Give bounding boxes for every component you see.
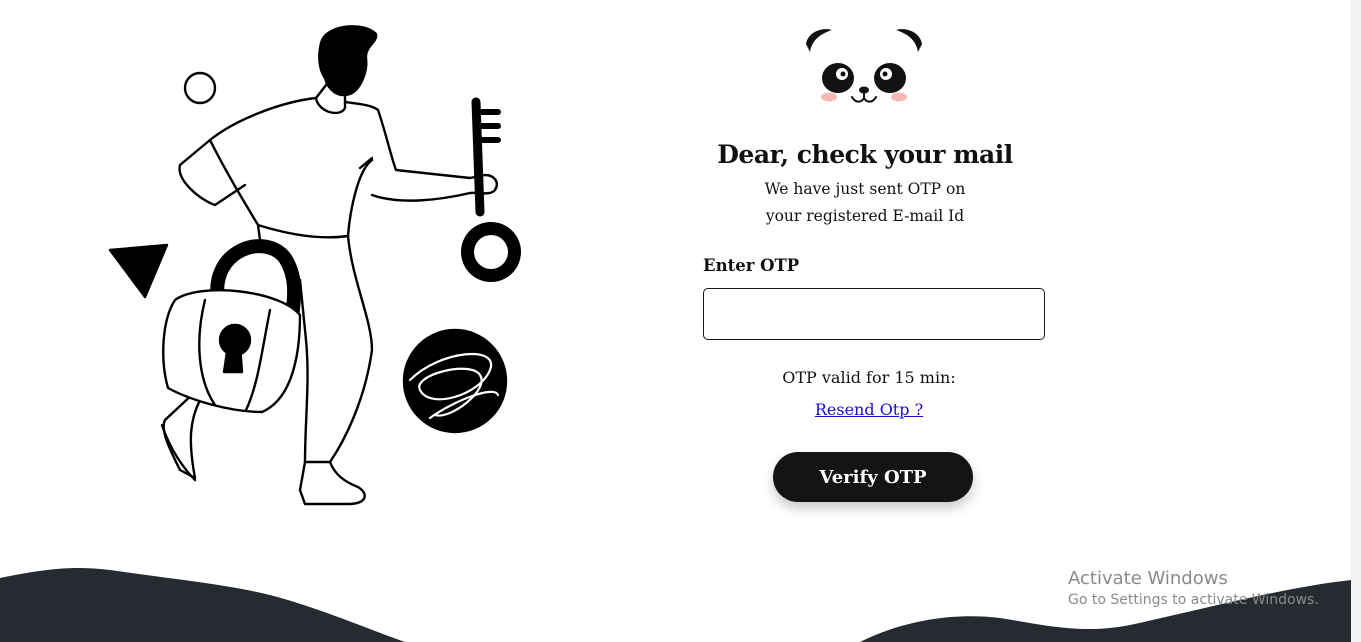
decorative-circle xyxy=(183,71,217,105)
panda-logo-icon xyxy=(806,29,922,103)
decorative-triangle xyxy=(108,243,169,299)
otp-input[interactable] xyxy=(703,288,1045,340)
decorative-ball xyxy=(402,328,508,434)
windows-activation-watermark: Activate Windows Go to Settings to activ… xyxy=(1068,568,1319,610)
otp-verification-page: Dear, check your mail We have just sent … xyxy=(0,0,1361,642)
page-title: Dear, check your mail xyxy=(717,140,1013,169)
resend-otp-link[interactable]: Resend Otp ? xyxy=(800,400,938,419)
verify-otp-button[interactable]: Verify OTP xyxy=(773,452,973,502)
padlock-graphic xyxy=(162,239,302,414)
otp-validity-text: OTP valid for 15 min: xyxy=(782,368,956,387)
page-subtitle: We have just sent OTP on your registered… xyxy=(764,180,966,225)
watermark-title: Activate Windows xyxy=(1068,568,1228,589)
watermark-subtitle: Go to Settings to activate Windows. xyxy=(1068,592,1319,608)
man-with-key-and-lock-illustration xyxy=(108,25,521,506)
otp-field-label: Enter OTP xyxy=(703,256,800,275)
